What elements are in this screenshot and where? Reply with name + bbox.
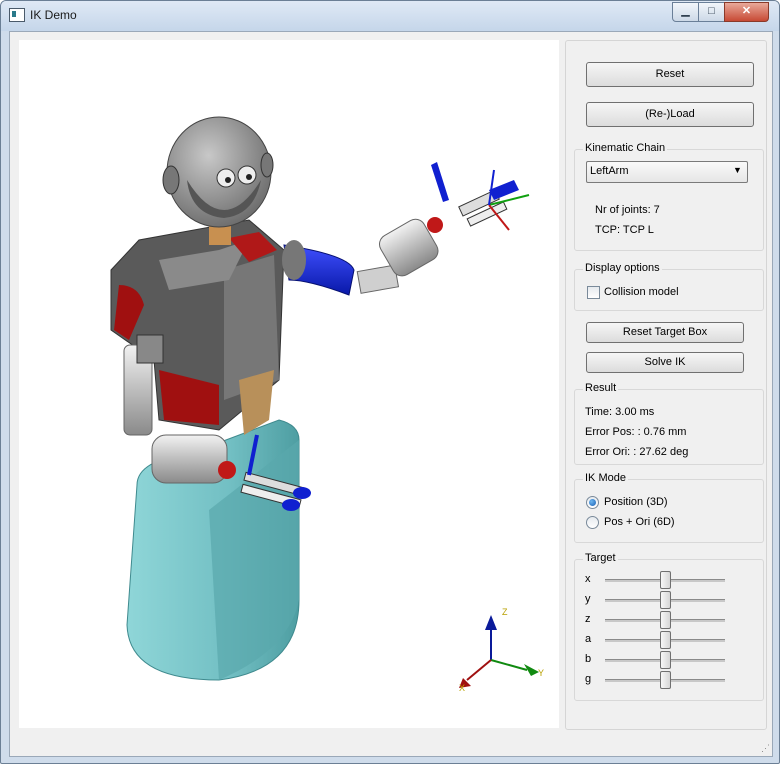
target-group: Target xyzabg xyxy=(574,552,764,701)
target-a-label: a xyxy=(585,633,592,645)
display-options-title: Display options xyxy=(583,262,662,274)
ik-mode-pos-ori-radio[interactable] xyxy=(586,516,599,529)
result-group: Result Time: 3.00 ms Error Pos: : 0.76 m… xyxy=(574,382,764,465)
ik-mode-position-label: Position (3D) xyxy=(604,496,668,508)
axis-x-label: X xyxy=(459,683,466,693)
target-b-slider-handle[interactable] xyxy=(660,651,671,669)
collision-model-label: Collision model xyxy=(604,286,679,298)
kinematic-chain-value: LeftArm xyxy=(590,165,629,177)
robot-head xyxy=(162,116,274,228)
target-z-slider-handle[interactable] xyxy=(660,611,671,629)
robot-left-arm xyxy=(282,162,530,296)
ik-demo-window: IK Demo ▁ □ ✕ Z Y X Reset (Re-)Load Kine… xyxy=(0,0,780,764)
axis-y-label: Y xyxy=(538,668,545,678)
ik-mode-group: IK Mode Position (3D) Pos + Ori (6D) xyxy=(574,472,764,543)
kinematic-chain-select[interactable]: LeftArm ▼ xyxy=(586,161,748,183)
target-g-slider-handle[interactable] xyxy=(660,671,671,689)
collision-model-checkbox[interactable] xyxy=(587,286,600,299)
3d-viewport[interactable]: Z Y X xyxy=(19,40,559,728)
result-error-pos: Error Pos: : 0.76 mm xyxy=(585,426,687,438)
nr-joints-label: Nr of joints: 7 xyxy=(595,204,660,216)
target-title: Target xyxy=(583,552,618,564)
minimize-button[interactable]: ▁ xyxy=(672,2,699,22)
resize-grip-icon[interactable]: ⋰ xyxy=(761,743,770,754)
app-icon xyxy=(9,8,25,22)
target-b-label: b xyxy=(585,653,592,665)
close-icon: ✕ xyxy=(741,5,752,17)
maximize-icon: □ xyxy=(708,5,715,17)
target-z-label: z xyxy=(585,613,591,625)
target-y-slider-handle[interactable] xyxy=(660,591,671,609)
target-x-slider-handle[interactable] xyxy=(660,571,671,589)
target-a-slider-handle[interactable] xyxy=(660,631,671,649)
result-time: Time: 3.00 ms xyxy=(585,406,655,418)
axis-z-label: Z xyxy=(502,607,508,617)
status-bar: ⋰ xyxy=(10,734,772,756)
display-options-group: Display options Collision model xyxy=(574,262,764,311)
ik-mode-pos-ori-label: Pos + Ori (6D) xyxy=(604,516,675,528)
chevron-down-icon: ▼ xyxy=(733,165,742,175)
title-bar[interactable]: IK Demo ▁ □ ✕ xyxy=(1,1,779,31)
control-panel: Reset (Re-)Load Kinematic Chain LeftArm … xyxy=(565,40,767,730)
kinematic-chain-group: Kinematic Chain LeftArm ▼ Nr of joints: … xyxy=(574,142,764,251)
tcp-label: TCP: TCP L xyxy=(595,224,654,236)
minimize-icon: ▁ xyxy=(681,5,690,17)
ik-mode-title: IK Mode xyxy=(583,472,628,484)
target-g-label: g xyxy=(585,673,592,685)
target-y-label: y xyxy=(585,593,591,605)
axis-gizmo xyxy=(459,615,539,688)
result-error-ori: Error Ori: : 27.62 deg xyxy=(585,446,689,458)
window-title: IK Demo xyxy=(30,8,77,22)
kinematic-chain-title: Kinematic Chain xyxy=(583,142,668,154)
reset-target-box-button[interactable]: Reset Target Box xyxy=(586,322,744,343)
solve-ik-button[interactable]: Solve IK xyxy=(586,352,744,373)
reload-button[interactable]: (Re-)Load xyxy=(586,102,754,127)
close-button[interactable]: ✕ xyxy=(724,2,769,22)
ik-mode-position-radio[interactable] xyxy=(586,496,599,509)
maximize-button[interactable]: □ xyxy=(698,2,725,22)
robot-scene xyxy=(110,116,539,688)
client-area: Z Y X Reset (Re-)Load Kinematic Chain Le… xyxy=(9,31,773,757)
result-title: Result xyxy=(583,382,619,394)
target-x-label: x xyxy=(585,573,591,585)
reset-button[interactable]: Reset xyxy=(586,62,754,87)
